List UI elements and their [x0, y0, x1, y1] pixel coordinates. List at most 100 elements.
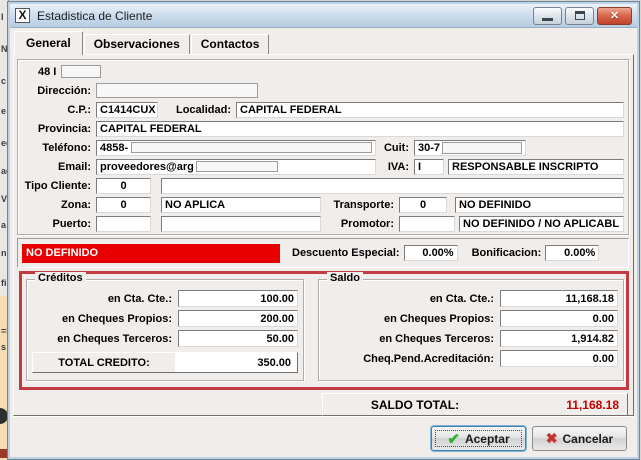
- estadistica-de-cliente-dialog: X Estadistica de Cliente ✕ General Obser…: [8, 2, 639, 459]
- puerto-promotor-row: Puerto: Promotor: NO DEFINIDO / NO APLIC…: [22, 214, 624, 233]
- transporte-desc-field[interactable]: NO DEFINIDO: [455, 197, 624, 213]
- email-label: Email:: [22, 161, 96, 173]
- creditos-cheques-terceros-label: en Cheques Terceros:: [32, 333, 178, 345]
- close-icon: ✕: [610, 9, 619, 22]
- iva-desc-field[interactable]: RESPONSABLE INSCRIPTO: [448, 159, 624, 175]
- dialog-button-bar: ✔ Aceptar ✖ Cancelar: [431, 426, 627, 451]
- saldo-total-panel: SALDO TOTAL: 11,168.18: [322, 393, 628, 416]
- puerto-label: Puerto:: [22, 218, 96, 230]
- creditos-cheques-terceros-field[interactable]: 50.00: [178, 330, 298, 347]
- bonificacion-field[interactable]: 0.00%: [545, 245, 599, 261]
- focus-rectangle: [435, 430, 522, 447]
- cp-field[interactable]: C1414CUX: [96, 102, 158, 118]
- saldo-row: Cheq.Pend.Acreditación: 0.00: [324, 350, 618, 367]
- creditos-cheques-propios-label: en Cheques Propios:: [32, 313, 178, 325]
- descuento-label: Descuento Especial:: [292, 247, 400, 259]
- creditos-groupbox: Créditos en Cta. Cte.: 100.00 en Cheques…: [26, 279, 304, 381]
- cuit-label: Cuit:: [376, 142, 414, 154]
- cancelar-label: Cancelar: [563, 432, 614, 446]
- creditos-cta-cte-field[interactable]: 100.00: [178, 290, 298, 307]
- email-iva-row: Email: proveedores@arg IVA: I RESPONSABL…: [22, 157, 624, 176]
- saldo-row: en Cta. Cte.: 11,168.18: [324, 290, 618, 307]
- localidad-field[interactable]: CAPITAL FEDERAL: [236, 102, 624, 118]
- zona-code-field[interactable]: 0: [96, 197, 151, 213]
- client-code: 48 I: [38, 66, 56, 78]
- creditos-row: en Cheques Propios: 200.00: [32, 310, 298, 327]
- total-credito-value: 350.00: [175, 353, 297, 372]
- tipo-cliente-row: Tipo Cliente: 0: [22, 176, 624, 195]
- edge-text-fragment: N: [1, 44, 8, 54]
- minimize-icon: [542, 18, 553, 21]
- x-icon: ✖: [546, 430, 558, 447]
- tipo-cliente-desc-field[interactable]: [161, 178, 624, 194]
- provincia-label: Provincia:: [22, 123, 96, 135]
- window-controls: ✕: [533, 7, 632, 25]
- direccion-row: Dirección:: [22, 81, 624, 100]
- direccion-label: Dirección:: [22, 85, 96, 97]
- tab-observaciones[interactable]: Observaciones: [84, 34, 190, 54]
- zona-transporte-row: Zona: 0 NO APLICA Transporte: 0 NO DEFIN…: [22, 195, 624, 214]
- redacted-client-name: [61, 65, 101, 78]
- transporte-code-field[interactable]: 0: [399, 197, 447, 213]
- saldo-cheques-propios-field[interactable]: 0.00: [500, 310, 618, 327]
- edge-text-fragment: s: [1, 342, 6, 352]
- provincia-row: Provincia: CAPITAL FEDERAL: [22, 119, 624, 138]
- titlebar[interactable]: X Estadistica de Cliente ✕: [10, 4, 637, 28]
- edge-text-fragment: e: [1, 106, 6, 116]
- creditos-saldo-box: Créditos en Cta. Cte.: 100.00 en Cheques…: [19, 271, 629, 390]
- promotor-desc-field[interactable]: NO DEFINIDO / NO APLICABL: [459, 216, 624, 232]
- provincia-field[interactable]: CAPITAL FEDERAL: [96, 121, 624, 137]
- creditos-cheques-propios-field[interactable]: 200.00: [178, 310, 298, 327]
- cuit-value: 30-7: [418, 142, 440, 154]
- edge-text-fragment: c: [1, 76, 6, 86]
- category-discount-panel: NO DEFINIDO Descuento Especial: 0.00% Bo…: [17, 238, 629, 268]
- cp-label: C.P.:: [22, 104, 96, 116]
- tab-general[interactable]: General: [14, 31, 83, 55]
- bonificacion-label: Bonificacion:: [472, 247, 542, 259]
- window-title: Estadistica de Cliente: [37, 9, 152, 23]
- telefono-value: 4858-: [100, 142, 128, 154]
- telefono-field[interactable]: 4858-: [96, 140, 376, 156]
- minimize-button[interactable]: [533, 7, 562, 25]
- maximize-button[interactable]: [565, 7, 594, 25]
- tipo-cliente-label: Tipo Cliente:: [22, 180, 96, 192]
- redacted-cuit: [442, 142, 522, 154]
- app-icon: X: [15, 8, 30, 23]
- saldo-cheq-pend-field[interactable]: 0.00: [500, 350, 618, 367]
- aceptar-button[interactable]: ✔ Aceptar: [431, 426, 526, 451]
- saldo-groupbox: Saldo en Cta. Cte.: 11,168.18 en Cheques…: [318, 279, 624, 381]
- categoria-banner: NO DEFINIDO: [22, 244, 280, 263]
- tab-contactos[interactable]: Contactos: [191, 34, 270, 54]
- edge-text-fragment: a: [1, 220, 6, 230]
- edge-text-fragment: I: [1, 12, 4, 22]
- total-credito-panel: TOTAL CREDITO: 350.00: [32, 352, 298, 373]
- saldo-cheques-propios-label: en Cheques Propios:: [324, 313, 500, 325]
- puerto-desc-field[interactable]: [161, 216, 321, 232]
- saldo-cta-cte-label: en Cta. Cte.:: [324, 293, 500, 305]
- saldo-cta-cte-field[interactable]: 11,168.18: [500, 290, 618, 307]
- zona-desc-field[interactable]: NO APLICA: [161, 197, 321, 213]
- iva-code-field[interactable]: I: [414, 159, 444, 175]
- zona-label: Zona:: [22, 199, 96, 211]
- saldo-row: en Cheques Propios: 0.00: [324, 310, 618, 327]
- localidad-label: Localidad:: [158, 104, 236, 116]
- promotor-code-field[interactable]: [399, 216, 455, 232]
- creditos-row: en Cheques Terceros: 50.00: [32, 330, 298, 347]
- direccion-field[interactable]: [96, 83, 258, 98]
- close-button[interactable]: ✕: [597, 7, 632, 25]
- cp-localidad-row: C.P.: C1414CUX Localidad: CAPITAL FEDERA…: [22, 100, 624, 119]
- telefono-cuit-row: Teléfono: 4858- Cuit: 30-7: [22, 138, 624, 157]
- descuento-field[interactable]: 0.00%: [404, 245, 458, 261]
- tipo-cliente-field[interactable]: 0: [96, 178, 151, 194]
- email-field[interactable]: proveedores@arg: [96, 159, 376, 175]
- transporte-label: Transporte:: [321, 199, 399, 211]
- total-credito-label: TOTAL CREDITO:: [33, 357, 175, 369]
- saldo-cheques-terceros-field[interactable]: 1,914.82: [500, 330, 618, 347]
- client-info-groupbox: 48 I Dirección: C.P.: C1414CUX Localidad…: [17, 59, 629, 235]
- cuit-field[interactable]: 30-7: [414, 140, 526, 156]
- creditos-title: Créditos: [35, 272, 86, 284]
- tab-page-general: 48 I Dirección: C.P.: C1414CUX Localidad…: [13, 54, 634, 416]
- saldo-total-label: SALDO TOTAL:: [323, 398, 507, 412]
- puerto-code-field[interactable]: [96, 216, 151, 232]
- cancelar-button[interactable]: ✖ Cancelar: [532, 426, 627, 451]
